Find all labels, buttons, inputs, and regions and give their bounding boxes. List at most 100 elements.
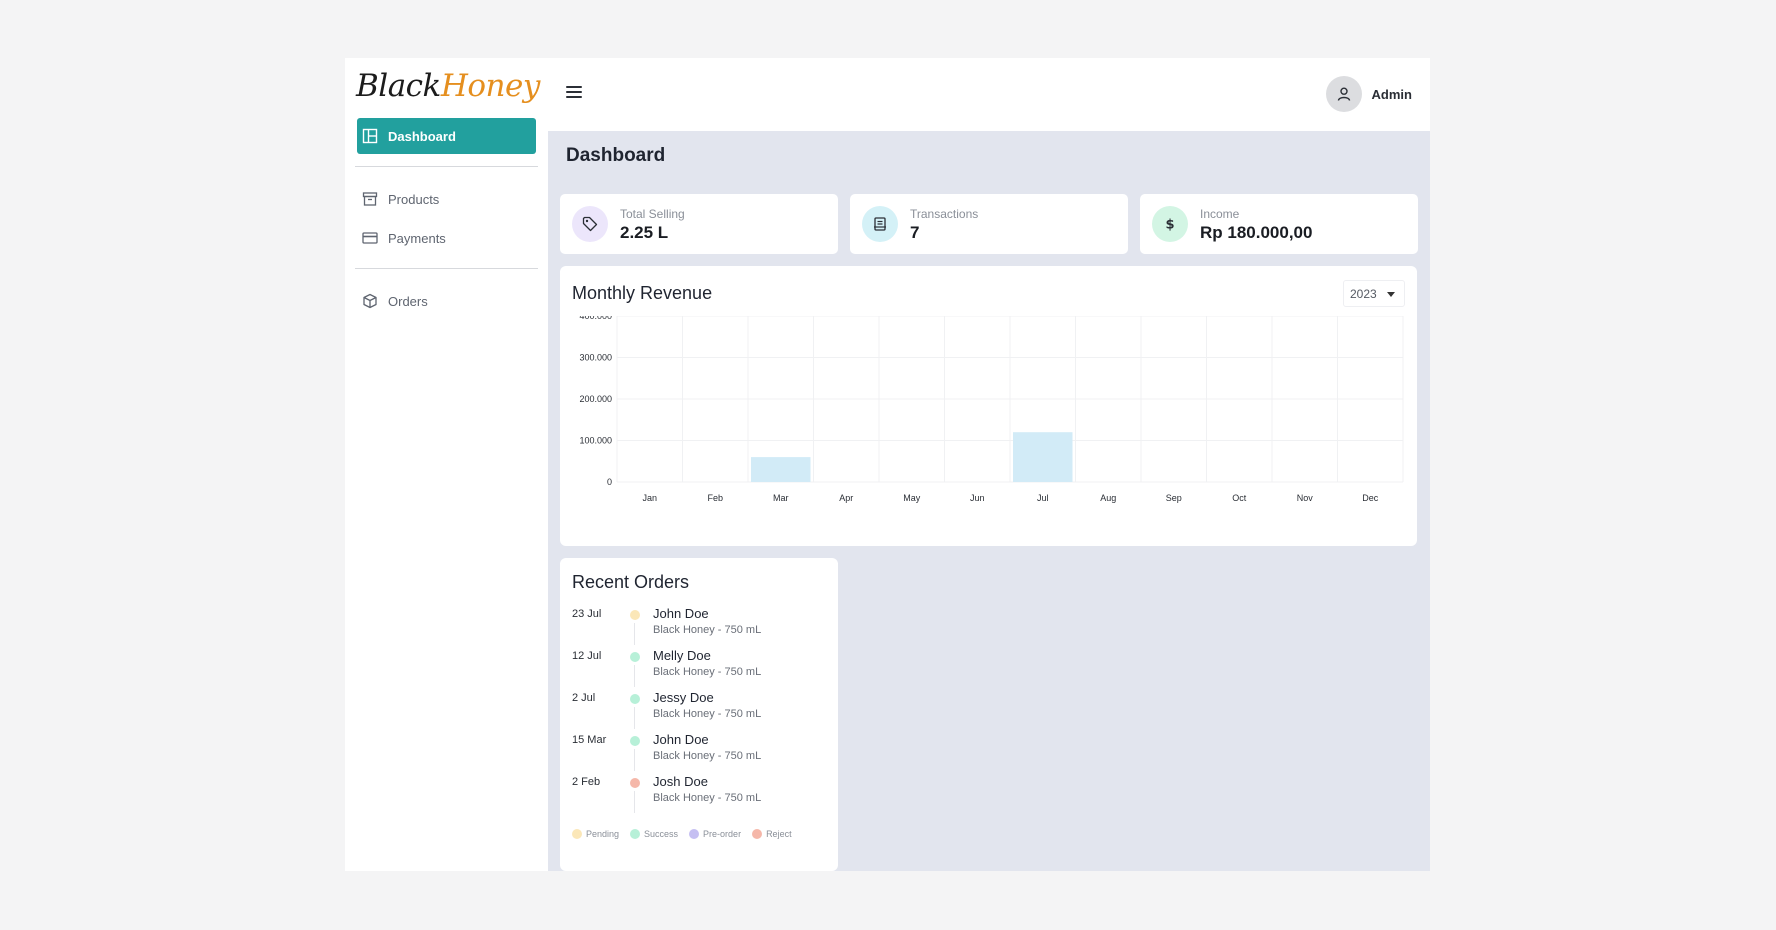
x-tick-label: Apr [839, 493, 853, 503]
customer-name: John Doe [653, 606, 709, 621]
x-tick-label: Jul [1037, 493, 1049, 503]
stat-label: Total Selling [620, 207, 685, 221]
status-dot [630, 610, 640, 620]
sidebar-item-label: Payments [388, 230, 446, 246]
bar-jul[interactable] [1013, 432, 1073, 482]
avatar [1325, 76, 1362, 112]
year-select-value: 2023 [1350, 286, 1377, 301]
customer-name: Josh Doe [653, 774, 708, 789]
archive-icon [362, 191, 378, 207]
sidebar-item-dashboard[interactable]: Dashboard [357, 118, 536, 154]
svg-text:$: $ [1165, 218, 1174, 233]
order-item[interactable]: 12 Jul Melly Doe Black Honey - 750 mL [560, 648, 838, 690]
product-name: Black Honey - 750 mL [653, 792, 762, 804]
brand-part-1: Black [356, 68, 441, 104]
nav-divider [355, 166, 538, 167]
timeline-connector [634, 791, 635, 813]
stat-card-income: $ Income Rp 180.000,00 [1140, 194, 1418, 254]
status-dot [630, 694, 640, 704]
stat-value: 7 [910, 223, 920, 242]
monthly-revenue-card: Monthly Revenue 2023 0 100.000 200.000 300.… [560, 266, 1417, 546]
main-area: Admin Dashboard Total Selling 2.25 L Tra… [548, 58, 1430, 871]
product-name: Black Honey - 750 mL [653, 708, 762, 720]
order-date: 23 Jul [572, 608, 602, 620]
y-tick-label: 300.000 [579, 353, 612, 363]
y-tick-label: 400.000 [579, 316, 612, 321]
caret-down-icon [1387, 292, 1395, 297]
x-tick-label: Jun [970, 493, 985, 503]
nav-divider [355, 268, 538, 269]
sidebar: BlackHoney Dashboard Products Payments O… [345, 58, 548, 871]
order-date: 2 Jul [572, 692, 596, 704]
x-tick-label: Feb [707, 493, 723, 503]
timeline-connector [634, 749, 635, 771]
timeline-connector [634, 707, 635, 729]
stat-label: Transactions [910, 207, 979, 221]
stat-value: Rp 180.000,00 [1200, 223, 1313, 242]
stat-value: 2.25 L [620, 223, 669, 242]
x-tick-label: Aug [1100, 493, 1116, 503]
sidebar-item-payments[interactable]: Payments [357, 220, 536, 256]
bar-mar[interactable] [751, 457, 811, 482]
sidebar-item-orders[interactable]: Orders [357, 283, 536, 319]
app-window: BlackHoney Dashboard Products Payments O… [345, 58, 1430, 871]
stat-label: Income [1200, 207, 1240, 221]
order-item[interactable]: 15 Mar John Doe Black Honey - 750 mL [560, 732, 838, 774]
credit-card-icon [362, 230, 378, 246]
order-date: 2 Feb [572, 776, 601, 788]
order-date: 15 Mar [572, 734, 607, 746]
legend-swatch [689, 829, 700, 839]
x-tick-label: May [903, 493, 921, 503]
dashboard-content: Dashboard Total Selling 2.25 L Transacti… [548, 131, 1430, 871]
y-tick-label: 0 [607, 477, 612, 487]
orders-title: Recent Orders [572, 572, 690, 592]
stat-card-transactions: Transactions 7 [850, 194, 1128, 254]
order-item[interactable]: 2 Feb Josh Doe Black Honey - 750 mL [560, 774, 838, 816]
product-name: Black Honey - 750 mL [653, 750, 762, 762]
legend-item: Success [630, 829, 678, 839]
recent-orders-card: Recent Orders 23 Jul John Doe Black Honey … [560, 558, 838, 871]
legend-item: Pre-order [689, 829, 741, 839]
box-icon [362, 293, 378, 309]
y-tick-label: 200.000 [579, 394, 612, 404]
timeline-connector [634, 665, 635, 687]
receipt-icon [862, 206, 898, 242]
legend-item: Reject [752, 829, 792, 839]
sidebar-item-label: Dashboard [388, 128, 456, 144]
x-tick-label: Jan [642, 493, 657, 503]
sidebar-item-label: Products [388, 191, 440, 207]
x-tick-label: Dec [1362, 493, 1379, 503]
stat-cards: Total Selling 2.25 L Transactions 7 $ In… [560, 194, 1430, 254]
sidebar-item-products[interactable]: Products [357, 181, 536, 217]
product-name: Black Honey - 750 mL [653, 624, 762, 636]
status-dot [630, 778, 640, 788]
year-select[interactable]: 2023 [1343, 280, 1405, 307]
user-menu[interactable]: Admin [1325, 76, 1412, 112]
brand-part-2: Honey [440, 68, 541, 104]
order-item[interactable]: 2 Jul Jessy Doe Black Honey - 750 mL [560, 690, 838, 732]
sidebar-nav: Dashboard Products Payments Orders [345, 118, 548, 319]
sidebar-item-label: Orders [388, 293, 428, 309]
status-dot [630, 652, 640, 662]
status-dot [630, 736, 640, 746]
stat-card-total-selling: Total Selling 2.25 L [560, 194, 838, 254]
y-tick-label: 100.000 [579, 436, 612, 446]
legend-label: Success [644, 829, 679, 839]
order-date: 12 Jul [572, 650, 602, 662]
timeline-connector [634, 623, 635, 645]
dollar-icon: $ [1152, 206, 1188, 242]
product-name: Black Honey - 750 mL [653, 666, 762, 678]
order-item[interactable]: 23 Jul John Doe Black Honey - 750 mL [560, 606, 838, 648]
revenue-bar-chart: 0 100.000 200.000 300.000 400.000 Jan Feb Mar Ap… [579, 316, 1404, 503]
x-tick-label: Nov [1297, 493, 1314, 503]
page-title: Dashboard [566, 145, 666, 166]
layout-icon [362, 128, 378, 144]
x-tick-label: Mar [773, 493, 789, 503]
legend-item: Pending [572, 829, 619, 839]
legend-swatch [630, 829, 641, 839]
user-icon [1337, 87, 1350, 101]
customer-name: Melly Doe [653, 648, 711, 663]
legend-label: Pending [586, 829, 620, 839]
user-name: Admin [1371, 86, 1412, 102]
hamburger-menu-icon[interactable] [566, 86, 582, 100]
